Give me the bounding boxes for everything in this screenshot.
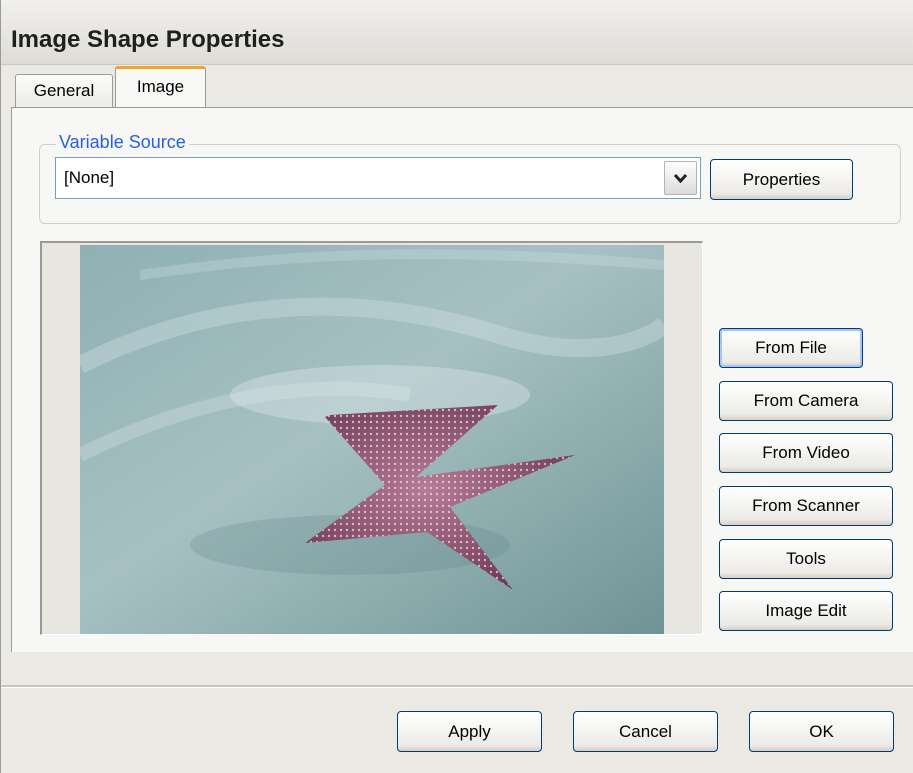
footer-separator <box>1 685 913 688</box>
variable-source-label: Variable Source <box>56 132 189 153</box>
apply-button[interactable]: Apply <box>397 711 542 752</box>
tab-general[interactable]: General <box>15 74 113 108</box>
tab-image[interactable]: Image <box>115 66 206 110</box>
title-bar: Image Shape Properties <box>1 0 913 65</box>
variable-source-value: [None] <box>64 168 115 187</box>
tab-strip: General Image <box>1 64 913 110</box>
tools-button[interactable]: Tools <box>719 539 893 579</box>
dialog-title: Image Shape Properties <box>11 26 285 53</box>
from-scanner-button[interactable]: From Scanner <box>719 486 893 526</box>
properties-button[interactable]: Properties <box>710 159 853 200</box>
image-preview-frame <box>40 241 703 635</box>
image-preview <box>80 245 664 634</box>
starfish-image <box>80 245 664 634</box>
variable-source-combobox[interactable]: [None] <box>55 157 701 199</box>
chevron-down-icon <box>673 173 688 184</box>
from-video-button[interactable]: From Video <box>719 433 893 473</box>
image-edit-button[interactable]: Image Edit <box>719 591 893 631</box>
ok-button[interactable]: OK <box>749 711 894 752</box>
from-file-button[interactable]: From File <box>719 328 863 368</box>
dropdown-button[interactable] <box>664 161 697 195</box>
image-shape-properties-dialog: Image Shape Properties General Image Var… <box>0 0 913 773</box>
from-camera-button[interactable]: From Camera <box>719 381 893 421</box>
cancel-button[interactable]: Cancel <box>573 711 718 752</box>
